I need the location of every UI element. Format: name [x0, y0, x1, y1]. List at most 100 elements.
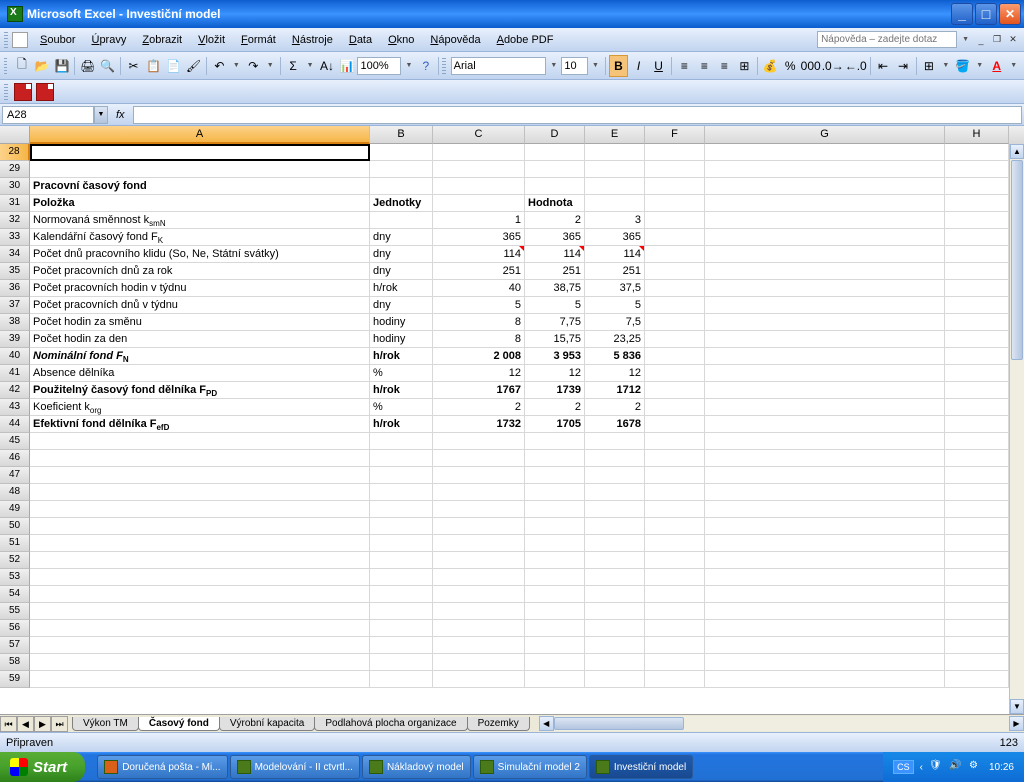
font-color-button[interactable]: A [987, 55, 1006, 77]
menu-data[interactable]: Data [341, 32, 380, 48]
cell-C50[interactable] [433, 518, 525, 535]
cell-D49[interactable] [525, 501, 585, 518]
row-header[interactable]: 56 [0, 620, 30, 637]
cell-E51[interactable] [585, 535, 645, 552]
cell-G38[interactable] [705, 314, 945, 331]
taskbar-item[interactable]: Simulační model 2 [473, 755, 587, 779]
cell-C55[interactable] [433, 603, 525, 620]
cell-H28[interactable] [945, 144, 1009, 161]
cell-H55[interactable] [945, 603, 1009, 620]
cell-H42[interactable] [945, 382, 1009, 399]
row-header[interactable]: 42 [0, 382, 30, 399]
cell-B56[interactable] [370, 620, 433, 637]
cell-H47[interactable] [945, 467, 1009, 484]
increase-indent-button[interactable]: ⇥ [894, 55, 913, 77]
cell-F50[interactable] [645, 518, 705, 535]
row-header[interactable]: 38 [0, 314, 30, 331]
cell-E49[interactable] [585, 501, 645, 518]
cell-A34[interactable]: Počet dnů pracovního klidu (So, Ne, Stát… [30, 246, 370, 263]
cell-D35[interactable]: 251 [525, 263, 585, 280]
cell-D32[interactable]: 2 [525, 212, 585, 229]
cell-A43[interactable]: Koeficient korg [30, 399, 370, 416]
cell-H37[interactable] [945, 297, 1009, 314]
cell-B38[interactable]: hodiny [370, 314, 433, 331]
cell-G51[interactable] [705, 535, 945, 552]
decrease-indent-button[interactable]: ⇤ [874, 55, 893, 77]
cell-C45[interactable] [433, 433, 525, 450]
cell-C59[interactable] [433, 671, 525, 688]
cell-A32[interactable]: Normovaná směnnost ksmN [30, 212, 370, 229]
cell-H34[interactable] [945, 246, 1009, 263]
cell-A36[interactable]: Počet pracovních hodin v týdnu [30, 280, 370, 297]
row-header[interactable]: 57 [0, 637, 30, 654]
row-header[interactable]: 43 [0, 399, 30, 416]
cell-C56[interactable] [433, 620, 525, 637]
sheet-tab[interactable]: Pozemky [467, 717, 530, 731]
menu-soubor[interactable]: Soubor [32, 32, 83, 48]
cell-D46[interactable] [525, 450, 585, 467]
cell-C46[interactable] [433, 450, 525, 467]
cell-H49[interactable] [945, 501, 1009, 518]
cell-D44[interactable]: 1705 [525, 416, 585, 433]
cell-C49[interactable] [433, 501, 525, 518]
cell-F49[interactable] [645, 501, 705, 518]
grip-icon[interactable] [4, 58, 7, 74]
start-button[interactable]: Start [0, 752, 85, 782]
cell-B57[interactable] [370, 637, 433, 654]
menu-adobe pdf[interactable]: Adobe PDF [489, 32, 562, 48]
cell-B30[interactable] [370, 178, 433, 195]
cell-C54[interactable] [433, 586, 525, 603]
cell-H52[interactable] [945, 552, 1009, 569]
cell-B36[interactable]: h/rok [370, 280, 433, 297]
cell-C44[interactable]: 1732 [433, 416, 525, 433]
cell-E39[interactable]: 23,25 [585, 331, 645, 348]
cell-E32[interactable]: 3 [585, 212, 645, 229]
cell-H43[interactable] [945, 399, 1009, 416]
cell-D38[interactable]: 7,75 [525, 314, 585, 331]
cell-A58[interactable] [30, 654, 370, 671]
comma-button[interactable]: 000 [801, 55, 821, 77]
grip-icon[interactable] [4, 84, 8, 100]
cell-B41[interactable]: % [370, 365, 433, 382]
cell-E38[interactable]: 7,5 [585, 314, 645, 331]
cell-B34[interactable]: dny [370, 246, 433, 263]
cell-F39[interactable] [645, 331, 705, 348]
tray-icon[interactable]: 🛡 [929, 760, 943, 774]
row-header[interactable]: 58 [0, 654, 30, 671]
cell-B59[interactable] [370, 671, 433, 688]
cell-B37[interactable]: dny [370, 297, 433, 314]
cell-F33[interactable] [645, 229, 705, 246]
cell-H58[interactable] [945, 654, 1009, 671]
cell-A57[interactable] [30, 637, 370, 654]
cell-C43[interactable]: 2 [433, 399, 525, 416]
select-all-corner[interactable] [0, 126, 30, 144]
scroll-left-button[interactable]: ◀ [539, 716, 554, 731]
cell-E37[interactable]: 5 [585, 297, 645, 314]
taskbar-item[interactable]: Investiční model [589, 755, 693, 779]
horizontal-scrollbar[interactable]: ◀ ▶ [539, 716, 1024, 731]
cell-H33[interactable] [945, 229, 1009, 246]
cell-B49[interactable] [370, 501, 433, 518]
scroll-thumb[interactable] [554, 717, 684, 730]
cell-B58[interactable] [370, 654, 433, 671]
cell-C32[interactable]: 1 [433, 212, 525, 229]
cell-C30[interactable] [433, 178, 525, 195]
cell-F46[interactable] [645, 450, 705, 467]
cell-A28[interactable] [30, 144, 370, 161]
row-header[interactable]: 45 [0, 433, 30, 450]
row-header[interactable]: 33 [0, 229, 30, 246]
decrease-decimal-button[interactable]: ←.0 [845, 55, 867, 77]
cell-B53[interactable] [370, 569, 433, 586]
cell-F47[interactable] [645, 467, 705, 484]
cell-D45[interactable] [525, 433, 585, 450]
format-painter-button[interactable]: 🖌 [184, 55, 203, 77]
cell-D41[interactable]: 12 [525, 365, 585, 382]
row-header[interactable]: 41 [0, 365, 30, 382]
taskbar-item[interactable]: Modelování - II ctvrtl... [230, 755, 360, 779]
cell-F28[interactable] [645, 144, 705, 161]
doc-max-button[interactable]: ❐ [990, 33, 1004, 47]
cell-H46[interactable] [945, 450, 1009, 467]
cell-D37[interactable]: 5 [525, 297, 585, 314]
cell-G40[interactable] [705, 348, 945, 365]
increase-decimal-button[interactable]: .0→ [822, 55, 844, 77]
